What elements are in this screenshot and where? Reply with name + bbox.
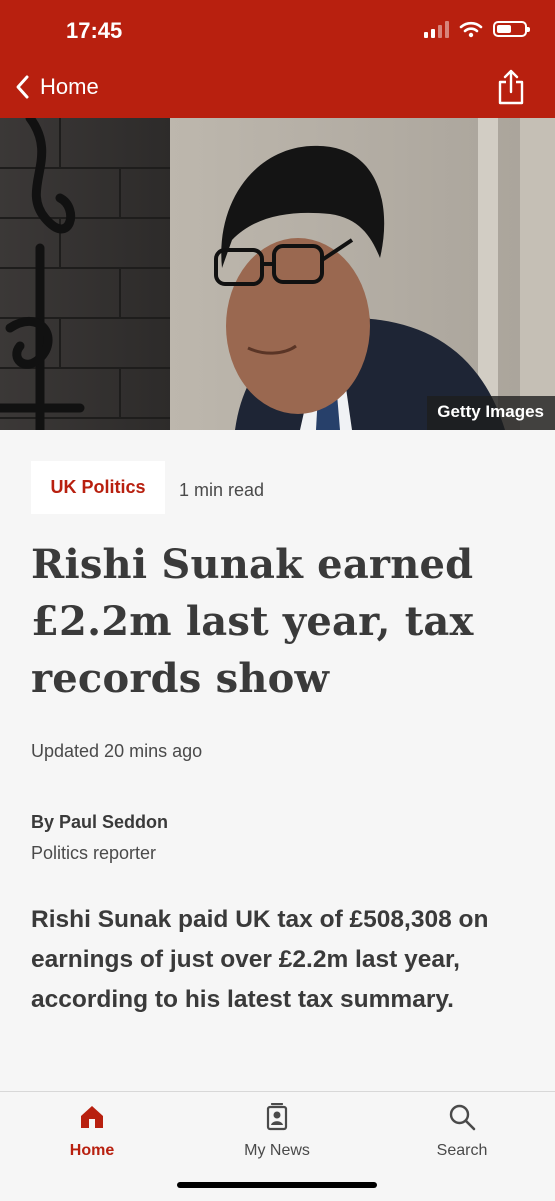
read-time: 1 min read [179,480,265,500]
hero-image: Getty Images [0,118,555,430]
image-credit: Getty Images [427,396,555,430]
tab-home-label: Home [69,1142,115,1159]
share-icon[interactable] [497,69,525,105]
battery-icon [493,21,530,37]
tab-home[interactable]: Home [32,1102,152,1160]
category-tag[interactable]: UK Politics [31,461,165,514]
tab-search[interactable]: Search [402,1102,522,1160]
article-lede: Rishi Sunak paid UK tax of £508,308 on e… [31,906,489,1013]
status-time: 17:45 [66,18,123,43]
cellular-signal-icon [424,20,449,38]
chevron-left-icon [16,75,29,99]
author-role: Politics reporter [31,843,157,863]
tab-my-news[interactable]: My News [217,1102,337,1160]
wifi-icon [459,21,483,38]
back-button[interactable]: Home [14,74,99,100]
back-button-label: Home [40,74,99,99]
app-header: 17:45 Home [0,0,555,118]
article-headline: Rishi Sunak earned £2.2m last year, tax … [31,541,474,702]
status-icons [424,20,530,38]
my-news-icon [266,1103,288,1131]
updated-timestamp: Updated 20 mins ago [31,741,203,761]
tab-my-news-label: My News [244,1142,310,1159]
search-icon [449,1104,476,1131]
hero-photo [0,118,555,430]
home-indicator[interactable] [177,1182,377,1188]
home-icon [81,1106,103,1128]
author-byline: By Paul Seddon [31,812,169,832]
tab-search-label: Search [436,1142,488,1159]
